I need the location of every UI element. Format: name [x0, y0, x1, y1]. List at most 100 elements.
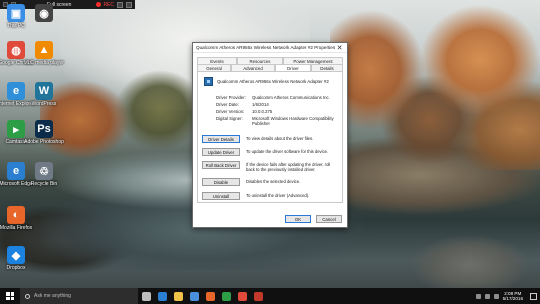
- desktop-icon-internet-explorer[interactable]: e Internet Explorer: [0, 82, 34, 107]
- desktop-icon-recycle-bin[interactable]: ♲ Recycle Bin: [29, 162, 59, 187]
- volume-icon[interactable]: [493, 293, 499, 299]
- vlc-icon: ▲: [35, 41, 53, 59]
- device-header: Qualcomm Atheros AR956x Wireless Network…: [204, 77, 329, 86]
- taskbar-app-store[interactable]: [186, 288, 202, 304]
- property-key: Driver Date:: [216, 102, 239, 107]
- driver-details-action: Driver Details To view details about the…: [202, 135, 338, 143]
- driver-panel: Qualcomm Atheros AR956x Wireless Network…: [197, 71, 343, 203]
- tab-row-top: Events Resources Power Management: [197, 57, 343, 64]
- recorder-icon: [253, 291, 263, 301]
- tab-row-bottom: General Advanced Driver Details: [197, 64, 343, 71]
- network-icon[interactable]: [484, 293, 490, 299]
- desktop-icon-wordpress[interactable]: W WordPress: [29, 82, 59, 107]
- recorder-pause-button[interactable]: [117, 1, 123, 8]
- file-explorer-icon: [173, 291, 183, 301]
- system-tray: 2:08 PM 5/17/2016: [475, 291, 540, 301]
- tab-strip: Events Resources Power Management Genera…: [197, 57, 343, 71]
- property-value: Qualcomm Atheros Communications Inc.: [252, 95, 330, 100]
- firefox-icon: [205, 291, 215, 301]
- device-properties-dialog: Qualcomm Atheros AR956x Wireless Network…: [192, 42, 348, 228]
- uninstall-button[interactable]: Uninstall: [202, 192, 240, 200]
- desktop-icon-vlc[interactable]: ▲ VLC media player: [24, 41, 64, 66]
- taskbar-app-chrome[interactable]: [234, 288, 250, 304]
- roll-back-driver-button[interactable]: Roll Back Driver: [202, 161, 240, 169]
- action-center-icon[interactable]: [530, 292, 537, 300]
- taskbar-app-task-view[interactable]: [138, 288, 154, 304]
- dialog-titlebar[interactable]: Qualcomm Atheros AR956x Wireless Network…: [193, 43, 347, 53]
- ok-button[interactable]: OK: [285, 215, 311, 223]
- tab-general[interactable]: General: [197, 64, 231, 71]
- desktop-icon-this-pc[interactable]: ▣ This PC: [1, 4, 31, 29]
- desktop-icon-label: Adobe Photoshop: [24, 139, 64, 145]
- start-button[interactable]: [0, 288, 20, 304]
- desktop-icon-label: WordPress: [31, 101, 57, 107]
- property-value: 10.0.0.275: [252, 109, 273, 114]
- taskbar-clock[interactable]: 2:08 PM 5/17/2016: [503, 291, 523, 301]
- desktop-icon-label: This PC: [7, 23, 25, 29]
- tab-power-management[interactable]: Power Management: [283, 57, 343, 64]
- edge-icon: [157, 291, 167, 301]
- internet-explorer-icon: e: [7, 82, 25, 100]
- property-value: 1/6/2014: [252, 102, 269, 107]
- desktop-icon-label: Mozilla Firefox: [0, 225, 33, 231]
- property-value: Microsoft Windows Hardware Compatibility…: [252, 116, 334, 126]
- tab-events[interactable]: Events: [197, 57, 237, 64]
- dialog-footer: OK Cancel: [285, 215, 342, 223]
- desktop-icon-label: Dropbox: [6, 265, 26, 271]
- edge-icon: e: [7, 162, 25, 180]
- chrome-icon: ◍: [7, 41, 25, 59]
- chrome-icon: [237, 291, 247, 301]
- close-icon[interactable]: ✕: [335, 43, 344, 52]
- desktop-icon-edge[interactable]: e Microsoft Edge: [0, 162, 33, 187]
- desktop-icon-photoshop[interactable]: Ps Adobe Photoshop: [24, 120, 64, 145]
- update-driver-button[interactable]: Update Driver: [202, 148, 240, 156]
- dialog-title: Qualcomm Atheros AR956x Wireless Network…: [196, 45, 336, 50]
- tray-chevron-icon[interactable]: [475, 293, 481, 299]
- camtasia-icon: ▸: [7, 120, 25, 138]
- desktop-icon-dropbox[interactable]: ◆ Dropbox: [1, 246, 31, 271]
- desktop-icon-firefox[interactable]: ◐ Mozilla Firefox: [0, 206, 33, 231]
- camera-icon: ◉: [35, 4, 53, 22]
- task-view-icon: [141, 291, 151, 301]
- property-key: Driver Version:: [216, 109, 245, 114]
- wordpress-icon: W: [35, 82, 53, 100]
- tab-details[interactable]: Details: [311, 64, 343, 71]
- action-description: If the device fails after updating the d…: [246, 162, 331, 172]
- taskbar-app-recorder[interactable]: [250, 288, 266, 304]
- driver-details-button[interactable]: Driver Details: [202, 135, 240, 143]
- driver-provider-row: Driver Provider: Qualcomm Atheros Commun…: [216, 95, 334, 100]
- tab-advanced[interactable]: Advanced: [231, 64, 275, 71]
- tab-resources[interactable]: Resources: [237, 57, 283, 64]
- wallpaper-trees-right: [330, 0, 540, 170]
- taskbar-app-camtasia[interactable]: [218, 288, 234, 304]
- taskbar-app-edge[interactable]: [154, 288, 170, 304]
- action-description: To update the driver software for this d…: [246, 149, 329, 154]
- uninstall-action: Uninstall To uninstall the driver (Advan…: [202, 192, 338, 200]
- recorder-stop-button[interactable]: [126, 1, 132, 8]
- recycle-bin-icon: ♲: [35, 162, 53, 180]
- taskbar-apps: [138, 288, 266, 304]
- recorder-state: REC: [96, 2, 114, 8]
- cortana-search-box[interactable]: Ask me anything: [20, 288, 138, 304]
- taskbar-app-firefox[interactable]: [202, 288, 218, 304]
- roll-back-driver-action: Roll Back Driver If the device fails aft…: [202, 161, 338, 172]
- clock-date: 5/17/2016: [502, 296, 523, 301]
- update-driver-action: Update Driver To update the driver softw…: [202, 148, 338, 156]
- desktop-icon-camera[interactable]: ◉: [29, 4, 59, 23]
- desktop-icon-label: Microsoft Edge: [0, 181, 33, 187]
- tab-driver[interactable]: Driver: [275, 64, 311, 71]
- firefox-icon: ◐: [7, 206, 25, 224]
- taskbar: Ask me anything 2:08 PM 5/17/2016: [0, 288, 540, 304]
- search-icon: [25, 293, 30, 299]
- dialog-body: Events Resources Power Management Genera…: [197, 57, 343, 203]
- taskbar-app-file-explorer[interactable]: [170, 288, 186, 304]
- dropbox-icon: ◆: [7, 246, 25, 264]
- disable-button[interactable]: Disable: [202, 178, 240, 186]
- driver-version-row: Driver Version: 10.0.0.275: [216, 109, 334, 114]
- digital-signer-row: Digital Signer: Microsoft Windows Hardwa…: [216, 116, 334, 126]
- action-description: Disables the selected device.: [246, 179, 301, 184]
- cancel-button[interactable]: Cancel: [316, 215, 342, 223]
- device-name: Qualcomm Atheros AR956x Wireless Network…: [217, 79, 329, 84]
- property-key: Driver Provider:: [216, 95, 246, 100]
- recorder-state-label: REC: [103, 1, 114, 8]
